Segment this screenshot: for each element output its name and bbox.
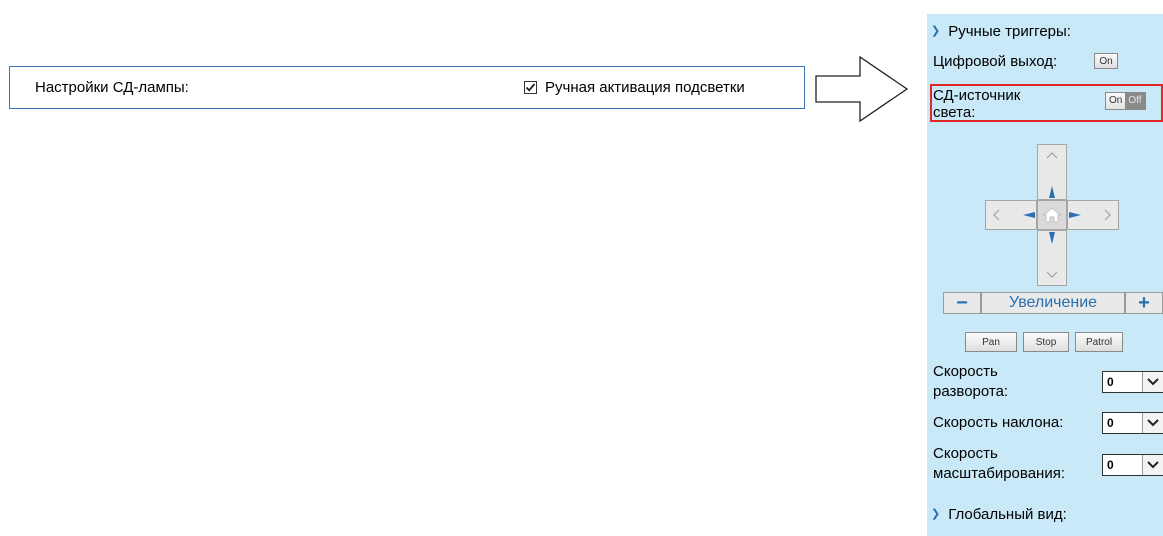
tilt-up-button[interactable]	[1037, 144, 1067, 200]
manual-triggers-header[interactable]: ❯ Ручные триггеры:	[929, 23, 1071, 40]
ptz-action-buttons: Pan Stop Patrol	[965, 332, 1123, 352]
patrol-button[interactable]: Patrol	[1075, 332, 1123, 352]
pan-left-button[interactable]	[985, 200, 1037, 230]
led-settings-title: Настройки СД-лампы:	[35, 79, 189, 96]
ptz-control-panel: ❯ Ручные триггеры: Цифровой выход: On СД…	[927, 14, 1163, 536]
pan-button[interactable]: Pan	[965, 332, 1017, 352]
zoom-speed-label-line2: масштабирования:	[933, 465, 1065, 482]
chevron-down-icon	[1142, 372, 1163, 392]
chevron-down-icon	[1046, 271, 1058, 278]
chevron-right-icon: ❯	[931, 25, 941, 37]
arrow-down-icon	[1049, 232, 1055, 244]
led-on-button[interactable]: On	[1106, 93, 1126, 109]
tilt-speed-label: Скорость наклона:	[933, 414, 1064, 431]
led-settings-row: Настройки СД-лампы: Ручная активация под…	[9, 66, 805, 109]
manual-backlight-checkbox[interactable]	[524, 81, 537, 94]
manual-backlight-checkbox-row[interactable]: Ручная активация подсветки	[524, 79, 745, 96]
chevron-right-small-icon	[1104, 209, 1111, 221]
led-source-label-line1: СД-источник	[933, 87, 1021, 104]
zoom-label: Увеличение	[981, 292, 1125, 314]
pan-speed-label-line2: разворота:	[933, 383, 1009, 400]
stop-button[interactable]: Stop	[1023, 332, 1069, 352]
home-icon	[1043, 207, 1061, 223]
led-source-label-line2: света:	[933, 104, 976, 121]
zoom-speed-value: 0	[1107, 458, 1114, 472]
pan-speed-select[interactable]: 0	[1102, 371, 1163, 393]
manual-backlight-label: Ручная активация подсветки	[545, 79, 745, 96]
led-source-toggle[interactable]: On Off	[1105, 92, 1146, 110]
chevron-down-icon	[1142, 455, 1163, 475]
arrow-right-icon	[815, 55, 909, 123]
arrow-up-icon	[1049, 186, 1055, 198]
pan-speed-value: 0	[1107, 375, 1114, 389]
global-view-label: Глобальный вид:	[948, 506, 1067, 523]
led-off-button[interactable]: Off	[1125, 93, 1145, 109]
global-view-header[interactable]: ❯ Глобальный вид:	[929, 506, 1067, 523]
arrow-left-icon	[1023, 212, 1035, 218]
zoom-speed-label-line1: Скорость	[933, 445, 998, 462]
home-button[interactable]	[1037, 200, 1067, 230]
chevron-right-icon: ❯	[931, 508, 941, 520]
chevron-down-icon	[1142, 413, 1163, 433]
zoom-control: − Увеличение +	[943, 292, 1163, 314]
chevron-up-icon	[1046, 152, 1058, 159]
zoom-out-button[interactable]: −	[943, 292, 981, 314]
manual-triggers-label: Ручные триггеры:	[948, 23, 1071, 40]
checkmark-icon	[525, 83, 536, 92]
zoom-speed-select[interactable]: 0	[1102, 454, 1163, 476]
digital-output-label: Цифровой выход:	[933, 53, 1058, 70]
chevron-left-icon	[993, 209, 1000, 221]
pan-speed-label-line1: Скорость	[933, 363, 998, 380]
tilt-down-button[interactable]	[1037, 230, 1067, 286]
pan-right-button[interactable]	[1067, 200, 1119, 230]
tilt-speed-select[interactable]: 0	[1102, 412, 1163, 434]
zoom-in-button[interactable]: +	[1125, 292, 1163, 314]
tilt-speed-value: 0	[1107, 416, 1114, 430]
digital-output-on-button[interactable]: On	[1094, 53, 1118, 69]
arrow-right-small-icon	[1069, 212, 1081, 218]
